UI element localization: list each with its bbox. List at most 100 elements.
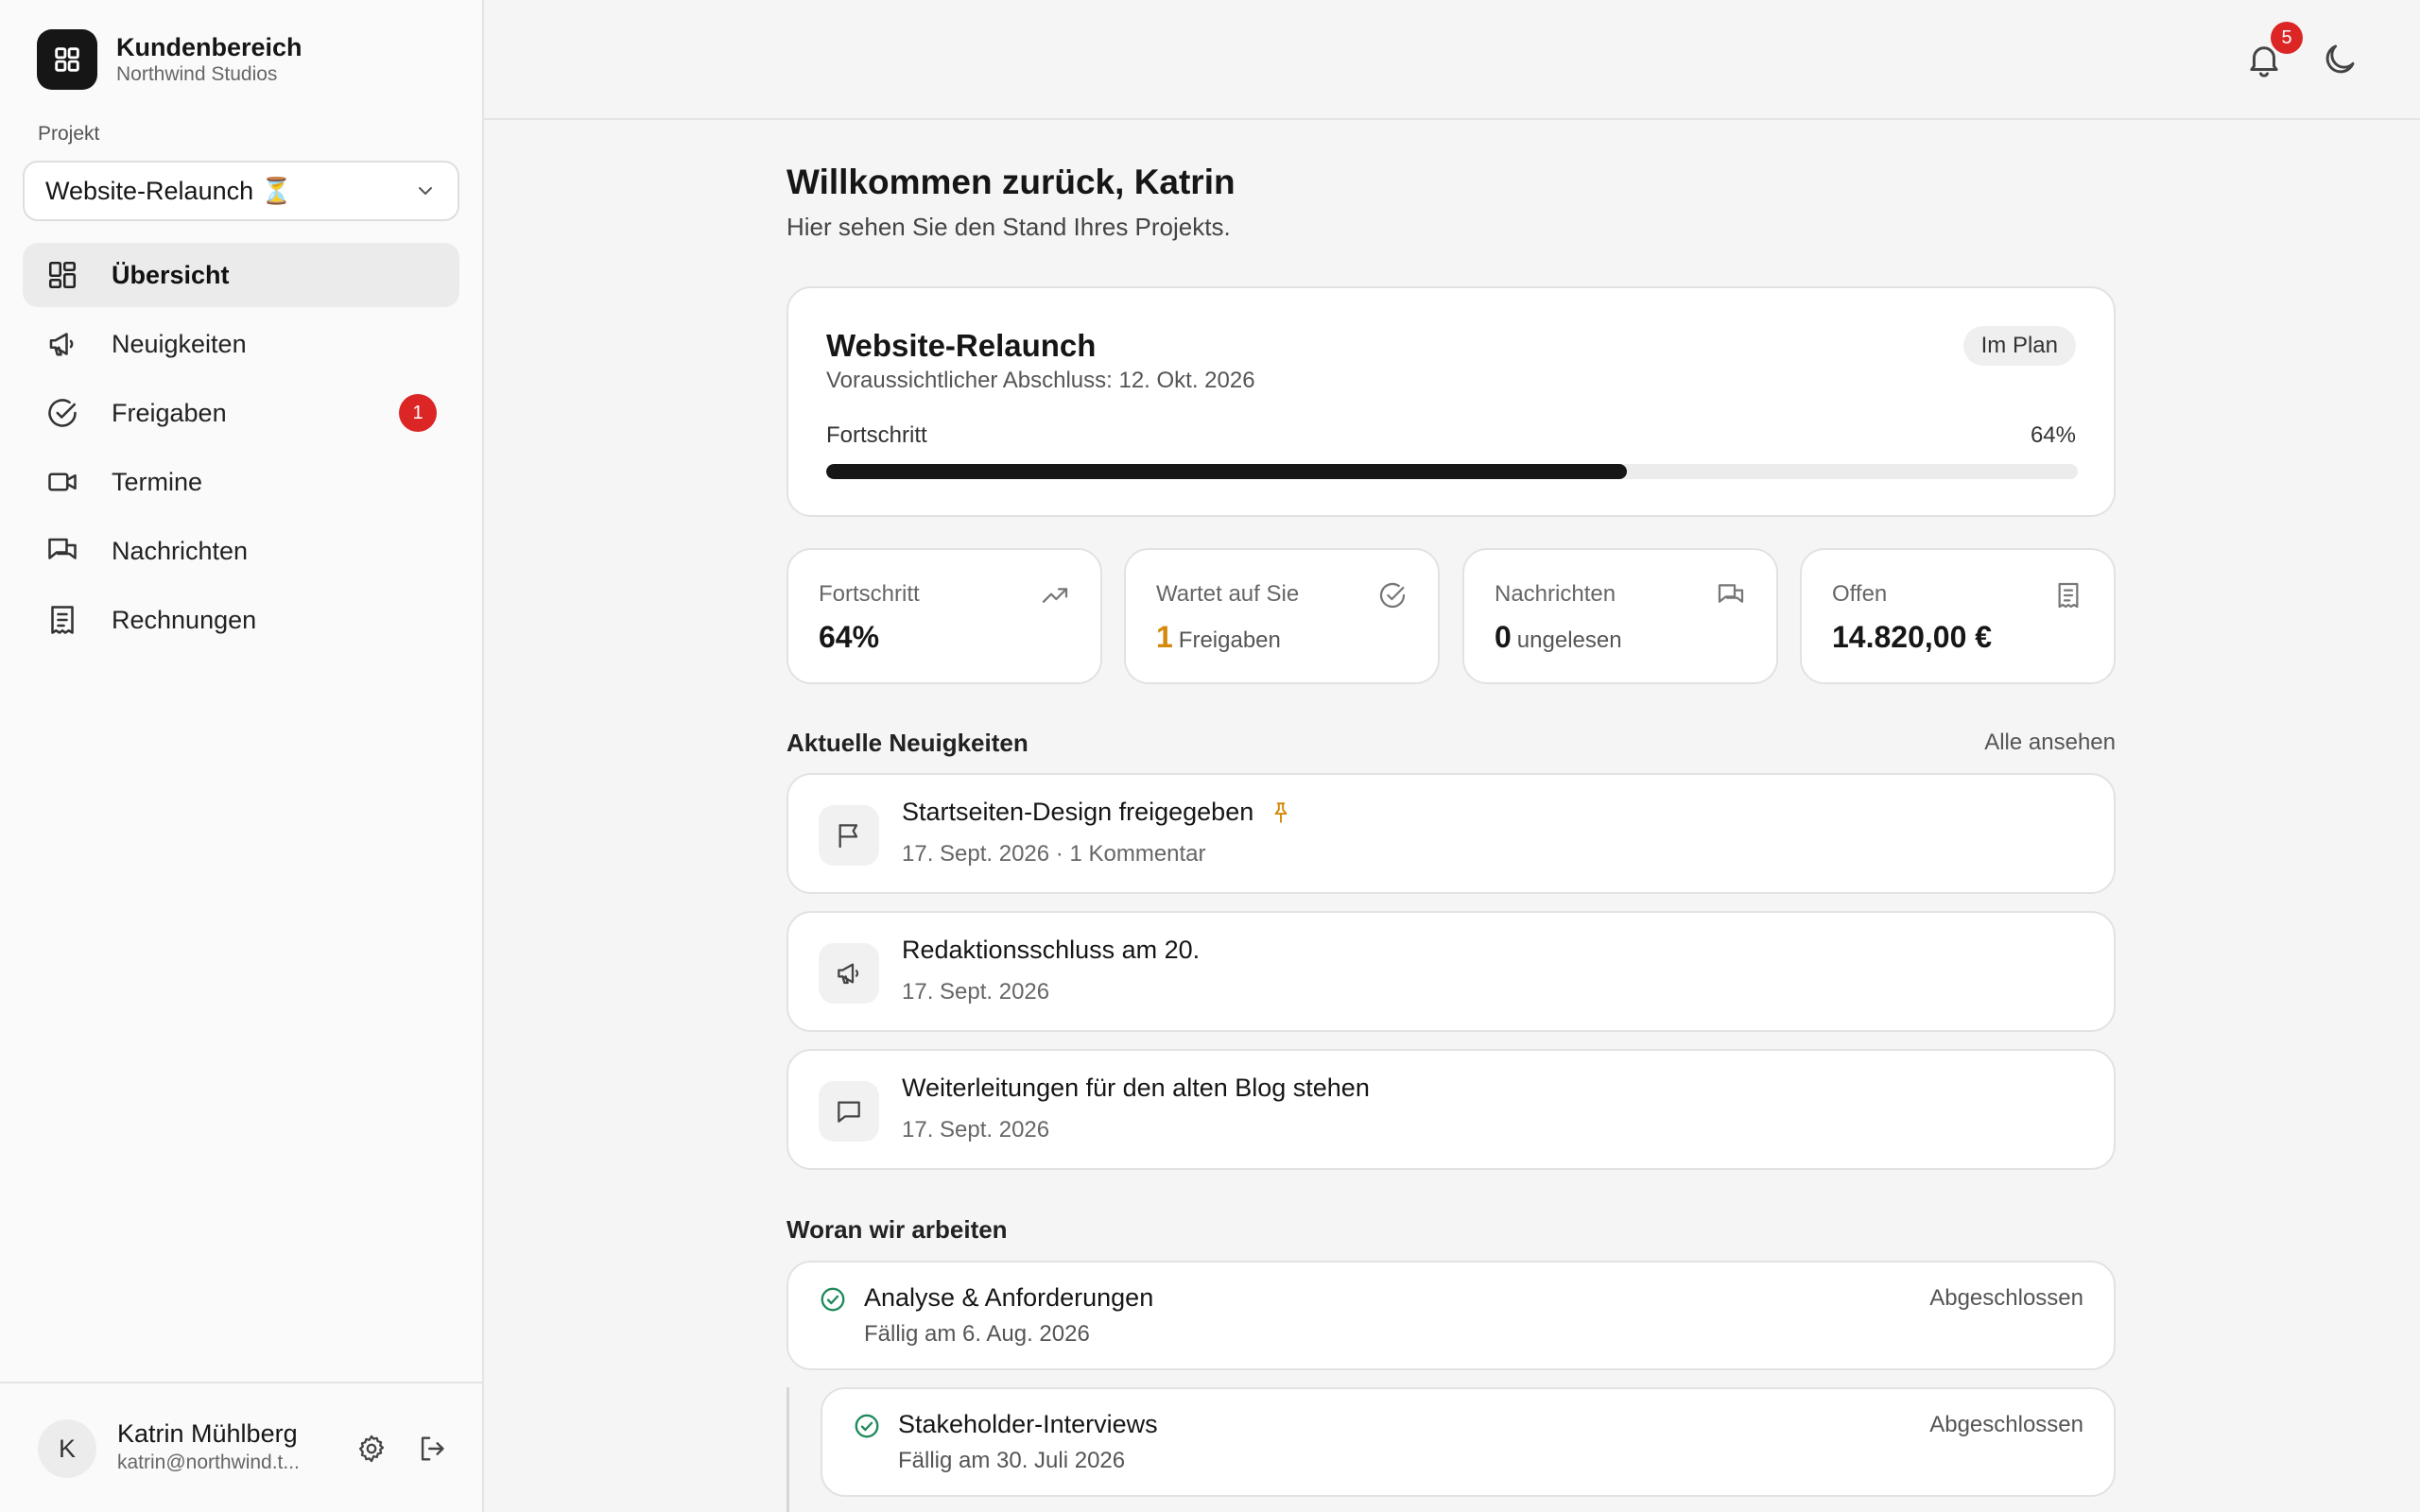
stat-label: Nachrichten (1495, 581, 1616, 607)
notification-count-badge: 5 (2271, 22, 2303, 54)
stat-number: 0 (1495, 620, 1512, 654)
news-title: Weiterleitungen für den alten Blog stehe… (902, 1074, 1370, 1103)
news-item-icon (819, 805, 879, 866)
check-circle-icon (821, 1287, 845, 1312)
subtask-status: Abgeschlossen (1929, 1412, 2083, 1437)
receipt-icon (2058, 582, 2079, 609)
brand-title: Kundenbereich (116, 33, 302, 61)
trending-up-icon (1042, 588, 1068, 603)
sidebar-item-label: Freigaben (112, 398, 227, 427)
page-title: Willkommen zurück, Katrin (786, 163, 1236, 201)
brand[interactable]: Kundenbereich Northwind Studios (37, 29, 302, 90)
news-title-text: Redaktionsschluss am 20. (902, 936, 1201, 964)
messages-icon (48, 538, 77, 559)
megaphone-icon (49, 333, 74, 356)
receipt-icon (51, 606, 74, 634)
sidebar-item-uebersicht[interactable]: Übersicht (23, 243, 459, 307)
sidebar-item-nachrichten[interactable]: Nachrichten (23, 519, 459, 583)
news-item[interactable]: Redaktionsschluss am 20. 17. Sept. 2026 (786, 911, 2116, 1032)
stat-suffix: ungelesen (1516, 627, 1622, 653)
check-circle-icon (855, 1414, 879, 1438)
stat-suffix: Freigaben (1178, 627, 1281, 653)
flag-icon (838, 824, 858, 849)
news-title: Redaktionsschluss am 20. (902, 936, 1200, 965)
freigaben-count-badge: 1 (399, 394, 437, 432)
sidebar: Kundenbereich Northwind Studios Projekt … (0, 0, 484, 1512)
sidebar-item-label: Rechnungen (112, 605, 257, 634)
news-item-icon (819, 1081, 879, 1142)
grid-icon (48, 261, 77, 289)
sidebar-item-rechnungen[interactable]: Rechnungen (23, 588, 459, 652)
status-badge: Im Plan (1962, 326, 2076, 366)
milestone-item[interactable]: Analyse & Anforderungen Fällig am 6. Aug… (786, 1261, 2116, 1370)
news-section-title: Aktuelle Neuigkeiten (786, 729, 1028, 757)
sidebar-item-neuigkeiten[interactable]: Neuigkeiten (23, 312, 459, 376)
news-meta: 17. Sept. 2026 (902, 1117, 1050, 1143)
megaphone-icon (838, 963, 859, 985)
progress-bar-fill (826, 464, 1628, 479)
stat-number: 14.820,00 € (1832, 620, 1993, 654)
moon-icon[interactable] (2320, 40, 2360, 79)
work-section-title: Woran wir arbeiten (786, 1215, 1008, 1244)
news-see-all-link[interactable]: Alle ansehen (1984, 730, 2116, 756)
subtask-connector-line (786, 1387, 789, 1512)
stat-card-progress[interactable]: Fortschritt 64% (786, 548, 1102, 684)
stat-card-open[interactable]: Offen 14.820,00 € (1800, 548, 2116, 684)
milestone-status: Abgeschlossen (1929, 1285, 2083, 1311)
message-icon (838, 1101, 860, 1123)
sidebar-item-label: Neuigkeiten (112, 329, 247, 358)
project-label: Projekt (38, 123, 100, 145)
stat-number: 1 (1156, 620, 1173, 654)
news-title-text: Startseiten-Design freigegeben (902, 798, 1254, 826)
stat-number: 64% (819, 620, 880, 654)
stat-value: 14.820,00 € (1832, 620, 1992, 655)
check-circle-icon (1379, 582, 1406, 609)
news-title: Startseiten-Design freigegeben (902, 798, 1293, 827)
sidebar-item-termine[interactable]: Termine (23, 450, 459, 514)
stat-label: Fortschritt (819, 581, 920, 607)
settings-gear-icon[interactable] (355, 1433, 388, 1465)
stat-value: 1 Freigaben (1156, 620, 1281, 655)
pin-icon (1274, 801, 1288, 823)
app-logo-icon (37, 29, 97, 90)
user-panel: K Katrin Mühlberg katrin@northwind.t... (0, 1382, 482, 1512)
milestone-date: Fällig am 6. Aug. 2026 (864, 1321, 1090, 1347)
news-item[interactable]: Weiterleitungen für den alten Blog stehe… (786, 1049, 2116, 1170)
subtask-date: Fällig am 30. Juli 2026 (898, 1448, 1126, 1473)
subtask-item[interactable]: Stakeholder-Interviews Fällig am 30. Jul… (821, 1387, 2116, 1497)
stat-card-waiting[interactable]: Wartet auf Sie 1 Freigaben (1124, 548, 1440, 684)
stat-card-messages[interactable]: Nachrichten 0 ungelesen (1462, 548, 1778, 684)
avatar[interactable]: K (38, 1419, 96, 1478)
project-title: Website-Relaunch (826, 328, 1097, 363)
news-meta: 17. Sept. 2026 (902, 979, 1050, 1005)
progress-bar (826, 464, 2078, 479)
subtask-title: Stakeholder-Interviews (898, 1410, 1158, 1438)
sidebar-item-label: Termine (112, 467, 203, 496)
stat-label: Wartet auf Sie (1156, 581, 1300, 607)
stat-label: Offen (1832, 581, 1888, 607)
project-subtitle: Voraussichtlicher Abschluss: 12. Okt. 20… (826, 368, 1255, 393)
sidebar-item-label: Übersicht (112, 260, 230, 289)
milestone-title: Analyse & Anforderungen (864, 1283, 1154, 1312)
project-select[interactable]: Website-Relaunch ⏳ (23, 161, 459, 221)
news-title-text: Weiterleitungen für den alten Blog stehe… (902, 1074, 1370, 1102)
news-meta: 17. Sept. 2026 · 1 Kommentar (902, 841, 1206, 867)
user-email: katrin@northwind.t... (117, 1452, 300, 1473)
sidebar-item-label: Nachrichten (112, 536, 249, 565)
project-card: Website-Relaunch Voraussichtlicher Absch… (786, 286, 2116, 517)
check-circle-icon (48, 399, 77, 427)
messages-icon (1718, 584, 1744, 603)
project-select-value: Website-Relaunch ⏳ (45, 177, 293, 205)
news-item-icon (819, 943, 879, 1004)
progress-label: Fortschritt (826, 422, 927, 448)
stat-value: 64% (819, 620, 879, 655)
progress-percent: 64% (2030, 422, 2076, 448)
top-bar: 5 (484, 0, 2420, 120)
logout-icon[interactable] (416, 1433, 448, 1465)
sidebar-item-freigaben[interactable]: Freigaben 1 (23, 381, 459, 445)
sidebar-nav: Übersicht Neuigkeiten Freigaben 1 Termin… (23, 243, 459, 657)
video-icon (48, 472, 77, 491)
stat-value: 0 ungelesen (1495, 620, 1622, 655)
news-item[interactable]: Startseiten-Design freigegeben 17. Sept.… (786, 773, 2116, 894)
chevron-down-icon (419, 187, 432, 195)
